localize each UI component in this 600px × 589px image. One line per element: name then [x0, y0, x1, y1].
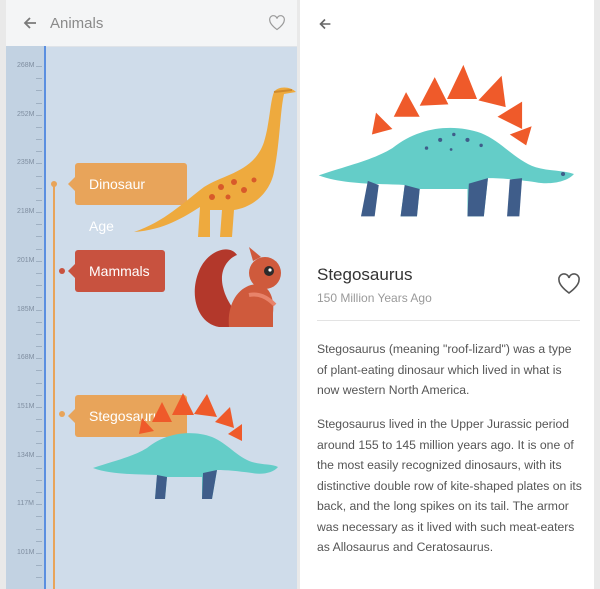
description-paragraph: Stegosaurus lived in the Upper Jurassic …: [317, 417, 582, 554]
scale-tick: [36, 199, 42, 201]
scale-tick: [36, 516, 42, 518]
scale-tick: [36, 577, 42, 579]
scale-tick: [36, 151, 42, 153]
scale-tick: [36, 346, 42, 348]
divider: [317, 320, 580, 321]
timeline-line: [44, 46, 46, 589]
scale-tick: [36, 66, 42, 67]
time-tick-label: 117M: [17, 500, 34, 508]
scale-tick: [36, 394, 42, 396]
app-bar: Animals: [6, 0, 297, 47]
period-line: [53, 184, 55, 589]
time-tick-label: 168M: [17, 354, 35, 362]
scale-tick: [36, 260, 42, 262]
scale-tick: [36, 333, 42, 335]
squirrel-illustration[interactable]: [189, 235, 289, 331]
scale-tick: [36, 236, 42, 238]
scale-tick: [36, 285, 42, 287]
scale-tick: [36, 540, 42, 542]
scale-tick: [36, 370, 42, 372]
scale-tick: [36, 297, 42, 299]
era-subtitle: 150 Million Years Ago: [317, 291, 432, 305]
page-title: Animals: [50, 15, 104, 32]
animal-name: Stegosaurus: [317, 265, 413, 284]
scale-tick: [36, 492, 42, 494]
scale-tick: [36, 382, 42, 384]
scale-tick: [36, 419, 42, 421]
timeline-dot: [59, 268, 65, 274]
scale-tick: [36, 309, 42, 311]
time-tick-label: 218M: [17, 208, 35, 216]
back-arrow-icon[interactable]: [316, 15, 334, 33]
stegosaurus-illustration-small[interactable]: [92, 382, 282, 508]
scale-tick: [36, 248, 42, 250]
description-paragraph: Stegosaurus (meaning "roof-lizard") was …: [317, 342, 572, 397]
scale-tick: [36, 224, 42, 226]
timeline-dot: [59, 411, 65, 417]
time-scale[interactable]: 268M 252M 235M 218M 201M 185M 168M 151M 134M 117M…: [6, 46, 44, 589]
timeline-dot: [51, 181, 57, 187]
stegosaurus-hero-illustration: [318, 64, 574, 217]
scale-tick: [36, 565, 42, 567]
scale-tick: [36, 139, 42, 141]
scale-tick: [36, 114, 42, 116]
scale-tick: [36, 126, 42, 128]
time-tick-label: 134M: [17, 451, 35, 459]
scale-tick: [36, 321, 42, 323]
scale-tick: [36, 187, 42, 189]
scale-tick: [36, 163, 42, 165]
time-tick-label: 235M: [17, 159, 35, 167]
time-tick-label: 101M: [17, 549, 35, 556]
scale-tick: [36, 431, 42, 433]
scale-tick: [36, 479, 42, 481]
scale-tick: [36, 553, 42, 554]
scale-tick: [36, 358, 42, 360]
scale-tick: [36, 272, 42, 274]
time-tick-label: 151M: [17, 402, 35, 410]
heart-outline-icon[interactable]: [557, 273, 581, 295]
sauropod-illustration[interactable]: [124, 82, 297, 242]
scale-tick: [36, 90, 42, 92]
scale-tick: [36, 467, 42, 469]
scale-tick: [36, 102, 42, 104]
scale-tick: [36, 443, 42, 445]
time-tick-label: 185M: [17, 305, 35, 313]
scale-tick: [36, 528, 42, 530]
scale-tick: [36, 212, 42, 214]
tag-mammals[interactable]: Mammals: [68, 250, 165, 292]
scale-tick: [36, 78, 42, 80]
heart-outline-icon[interactable]: [268, 15, 286, 31]
time-tick-label: 252M: [17, 110, 35, 118]
back-arrow-icon[interactable]: [20, 13, 40, 33]
detail-screen: Stegosaurus 150 Million Years Ago Stegos…: [300, 0, 594, 589]
scale-tick: [36, 504, 42, 506]
time-tick-label: 201M: [17, 256, 35, 264]
scale-tick: [36, 455, 42, 457]
timeline-screen: Animals 268M 252M 235M 218M 201M 185M 168M 151M…: [6, 0, 297, 589]
scale-tick: [36, 406, 42, 408]
time-tick-label: 268M: [17, 62, 35, 69]
scale-tick: [36, 175, 42, 177]
